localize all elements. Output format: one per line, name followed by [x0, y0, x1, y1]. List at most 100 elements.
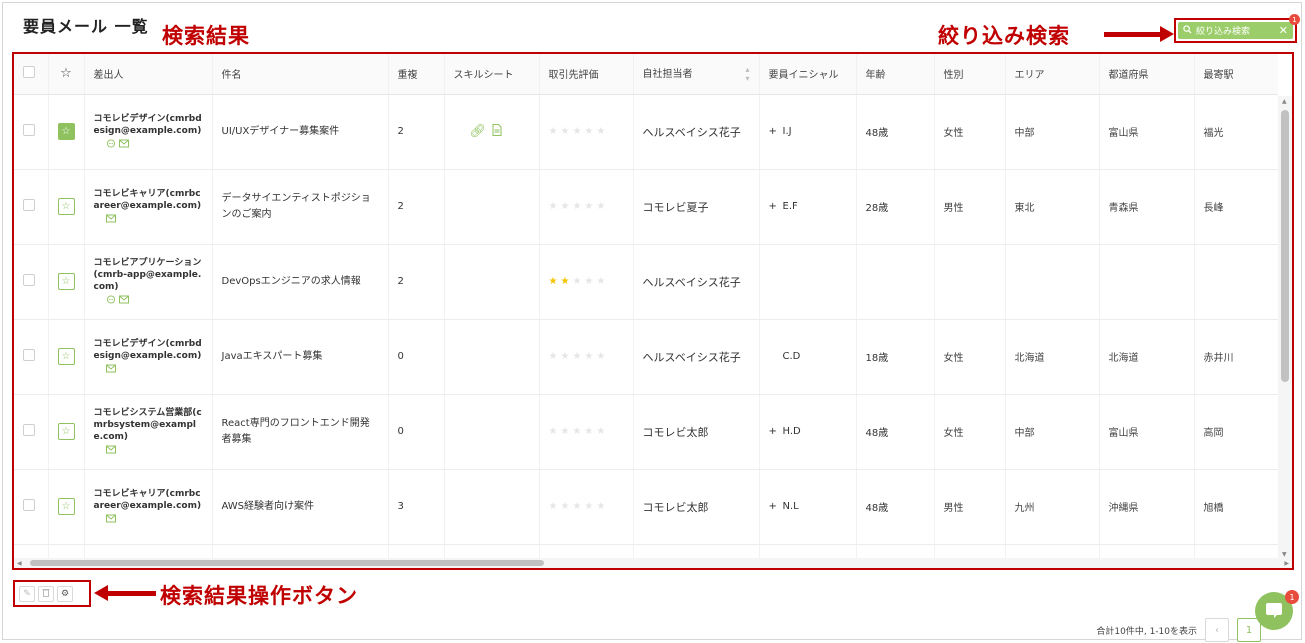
vertical-scrollbar[interactable]: ▲ ▼: [1278, 96, 1292, 560]
settings-button[interactable]: ⚙: [57, 585, 73, 602]
sort-icon[interactable]: ▴ ▾: [745, 65, 749, 83]
prev-page-button[interactable]: ‹: [1205, 618, 1229, 642]
duplicate-count: 2: [388, 169, 445, 245]
star-icon[interactable]: ☆: [57, 198, 75, 215]
mail-icon[interactable]: [105, 364, 116, 376]
table-row[interactable]: ☆ コモレビキャリア(cmrbcareer@example.com) AWS経験者向…: [14, 469, 1278, 545]
skill-sheet-cell: [444, 469, 540, 545]
rating-cell: ★★★★★: [539, 169, 634, 245]
initial-cell: + N.L: [759, 469, 857, 545]
station-cell: 旭橋: [1194, 469, 1278, 545]
column-header[interactable]: 年齢: [856, 54, 935, 95]
duplicate-count: 2: [388, 244, 445, 320]
plus-icon[interactable]: +: [769, 426, 783, 437]
plus-icon[interactable]: +: [769, 201, 783, 212]
mail-icon[interactable]: [105, 214, 116, 226]
skill-sheet-cell: [444, 319, 540, 395]
star-icon[interactable]: ☆: [57, 498, 75, 515]
table-header-row: ☆ 差出人 件名 重複 スキルシート 取引先評価 自社担当者 ▴ ▾ 要員イニシャル…: [14, 54, 1278, 95]
chat-launcher-button[interactable]: 1: [1255, 590, 1299, 630]
column-header[interactable]: 最寄駅: [1194, 54, 1278, 95]
sender-icons: [94, 214, 203, 226]
annotation-arrow-left: [94, 585, 156, 601]
star-icon[interactable]: ☆: [57, 423, 75, 440]
mail-icon[interactable]: [118, 139, 129, 151]
subject-cell[interactable]: DevOpsエンジニアの求人情報: [212, 244, 389, 320]
column-header[interactable]: 差出人: [84, 54, 213, 95]
close-icon[interactable]: ✕: [1279, 24, 1288, 37]
sender-text: コモレビデザイン(cmrbdesign@example.com): [93, 338, 202, 361]
duplicate-count: 0: [388, 319, 445, 395]
gear-icon: ⚙: [60, 588, 70, 599]
staff-cell: ヘルスベイシス花子: [633, 319, 760, 395]
filter-search-button[interactable]: 絞り込み検索 ✕: [1178, 22, 1293, 39]
star-column-header[interactable]: ☆: [48, 54, 85, 95]
chat-icon[interactable]: [106, 138, 116, 151]
plus-icon[interactable]: +: [769, 126, 783, 137]
sender-cell[interactable]: コモレビデザイン(cmrbdesign@example.com): [84, 94, 213, 170]
column-header[interactable]: 件名: [212, 54, 389, 95]
sender-icons: [94, 445, 203, 457]
table-body: ☆ コモレビデザイン(cmrbdesign@example.com) UI/UXデザ…: [14, 94, 1278, 560]
sender-cell[interactable]: コモレビシステム営業部(cmrbsystem@example.com): [84, 394, 213, 470]
column-header-sortable[interactable]: 自社担当者 ▴ ▾: [633, 54, 760, 95]
subject-cell[interactable]: AWS経験者向け案件: [212, 469, 389, 545]
initial-cell: C.D: [759, 319, 857, 395]
sender-cell[interactable]: コモレビキャリア(cmrbcareer@example.com): [84, 169, 213, 245]
horizontal-scrollbar-thumb[interactable]: [30, 560, 544, 566]
row-checkbox[interactable]: [23, 349, 35, 361]
table-row[interactable]: ☆ コモレビシステム営業部(cmrbsystem@example.com) Reac…: [14, 394, 1278, 470]
gender-cell: 女性: [934, 319, 1006, 395]
table-row[interactable]: ☆ コモレビアプリケーション(cmrb-app@example.com) DevOp…: [14, 244, 1278, 320]
edit-button[interactable]: ✎: [19, 585, 35, 602]
column-header[interactable]: スキルシート: [444, 54, 540, 95]
row-select-cell: [14, 169, 49, 245]
column-header[interactable]: 取引先評価: [539, 54, 634, 95]
mail-icon[interactable]: [118, 295, 129, 307]
results-table: ☆ 差出人 件名 重複 スキルシート 取引先評価 自社担当者 ▴ ▾ 要員イニシャル…: [14, 54, 1278, 560]
search-icon: [1183, 24, 1192, 37]
column-header[interactable]: 性別: [934, 54, 1006, 95]
star-rating: ★★★★★: [548, 501, 609, 512]
document-icon[interactable]: [492, 124, 502, 139]
mail-icon[interactable]: [105, 514, 116, 526]
row-checkbox[interactable]: [23, 274, 35, 286]
table-row[interactable]: ☆ コモレビキャリア(cmrbcareer@example.com) データサイエン…: [14, 169, 1278, 245]
row-checkbox[interactable]: [23, 424, 35, 436]
sender-cell[interactable]: コモレビアプリケーション(cmrb-app@example.com): [84, 244, 213, 320]
column-header[interactable]: 要員イニシャル: [759, 54, 857, 95]
select-all-checkbox[interactable]: [23, 66, 35, 79]
row-checkbox[interactable]: [23, 124, 35, 136]
subject-text: AWS経験者向け案件: [221, 500, 315, 512]
table-row[interactable]: ☆ コモレビデザイン(cmrbdesign@example.com) Javaエキス…: [14, 319, 1278, 395]
column-header[interactable]: 重複: [388, 54, 445, 95]
star-icon[interactable]: ☆: [57, 348, 75, 365]
sender-cell[interactable]: コモレビキャリア(cmrbcareer@example.com): [84, 469, 213, 545]
sender-cell[interactable]: コモレビデザイン(cmrbdesign@example.com): [84, 319, 213, 395]
link-icon[interactable]: 🔗︎: [470, 124, 487, 139]
vertical-scrollbar-thumb[interactable]: [1281, 110, 1289, 382]
subject-cell[interactable]: UI/UXデザイナー募集案件: [212, 94, 389, 170]
table-row[interactable]: ☆ コモレビデザイン(cmrbdesign@example.com) UI/UXデザ…: [14, 94, 1278, 170]
subject-cell[interactable]: Javaエキスパート募集: [212, 319, 389, 395]
chat-icon[interactable]: [106, 294, 116, 307]
initial-text: I.J: [782, 126, 792, 137]
column-header[interactable]: エリア: [1005, 54, 1100, 95]
subject-cell[interactable]: データサイエンティストポジションのご案内: [212, 169, 389, 245]
column-header[interactable]: 都道府県: [1099, 54, 1195, 95]
horizontal-scrollbar[interactable]: ◀ ▶: [14, 558, 1292, 568]
row-checkbox[interactable]: [23, 499, 35, 511]
star-cell: ☆: [48, 394, 85, 470]
subject-cell[interactable]: React専門のフロントエンド開発者募集: [212, 394, 389, 470]
mail-icon[interactable]: [105, 445, 116, 457]
delete-button[interactable]: [38, 585, 54, 602]
station-cell: [1194, 244, 1278, 320]
plus-icon[interactable]: +: [769, 501, 783, 512]
edit-icon: ✎: [23, 588, 31, 599]
star-icon[interactable]: ☆: [57, 273, 75, 290]
chat-badge: 1: [1285, 590, 1299, 604]
initial-cell: + H.D: [759, 394, 857, 470]
row-checkbox[interactable]: [23, 199, 35, 211]
duplicate-count: 0: [388, 394, 445, 470]
star-icon[interactable]: ☆: [57, 123, 75, 140]
